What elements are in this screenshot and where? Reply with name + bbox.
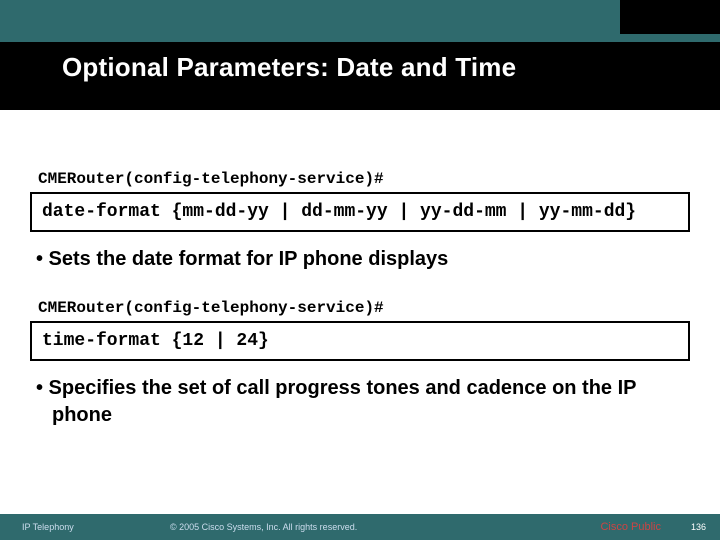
slide: Optional Parameters: Date and Time CMERo… [0, 0, 720, 540]
bullet-1: • Sets the date format for IP phone disp… [36, 246, 684, 273]
footer-copyright: © 2005 Cisco Systems, Inc. All rights re… [170, 522, 600, 532]
content-area: CMERouter(config-telephony-service)# dat… [30, 170, 690, 455]
footer-bar: IP Telephony © 2005 Cisco Systems, Inc. … [0, 514, 720, 540]
footer-public: Cisco Public [600, 521, 691, 533]
bullet-2: • Specifies the set of call progress ton… [36, 375, 684, 429]
cli-command-box-2: time-format {12 | 24} [30, 321, 690, 361]
page-title: Optional Parameters: Date and Time [62, 52, 516, 83]
footer-page-number: 136 [691, 522, 720, 532]
corner-tab [620, 0, 720, 34]
footer-topic: IP Telephony [0, 522, 170, 532]
cli-command-box-1: date-format {mm-dd-yy | dd-mm-yy | yy-dd… [30, 192, 690, 232]
cli-prompt-1: CMERouter(config-telephony-service)# [38, 170, 690, 188]
cli-prompt-2: CMERouter(config-telephony-service)# [38, 299, 690, 317]
